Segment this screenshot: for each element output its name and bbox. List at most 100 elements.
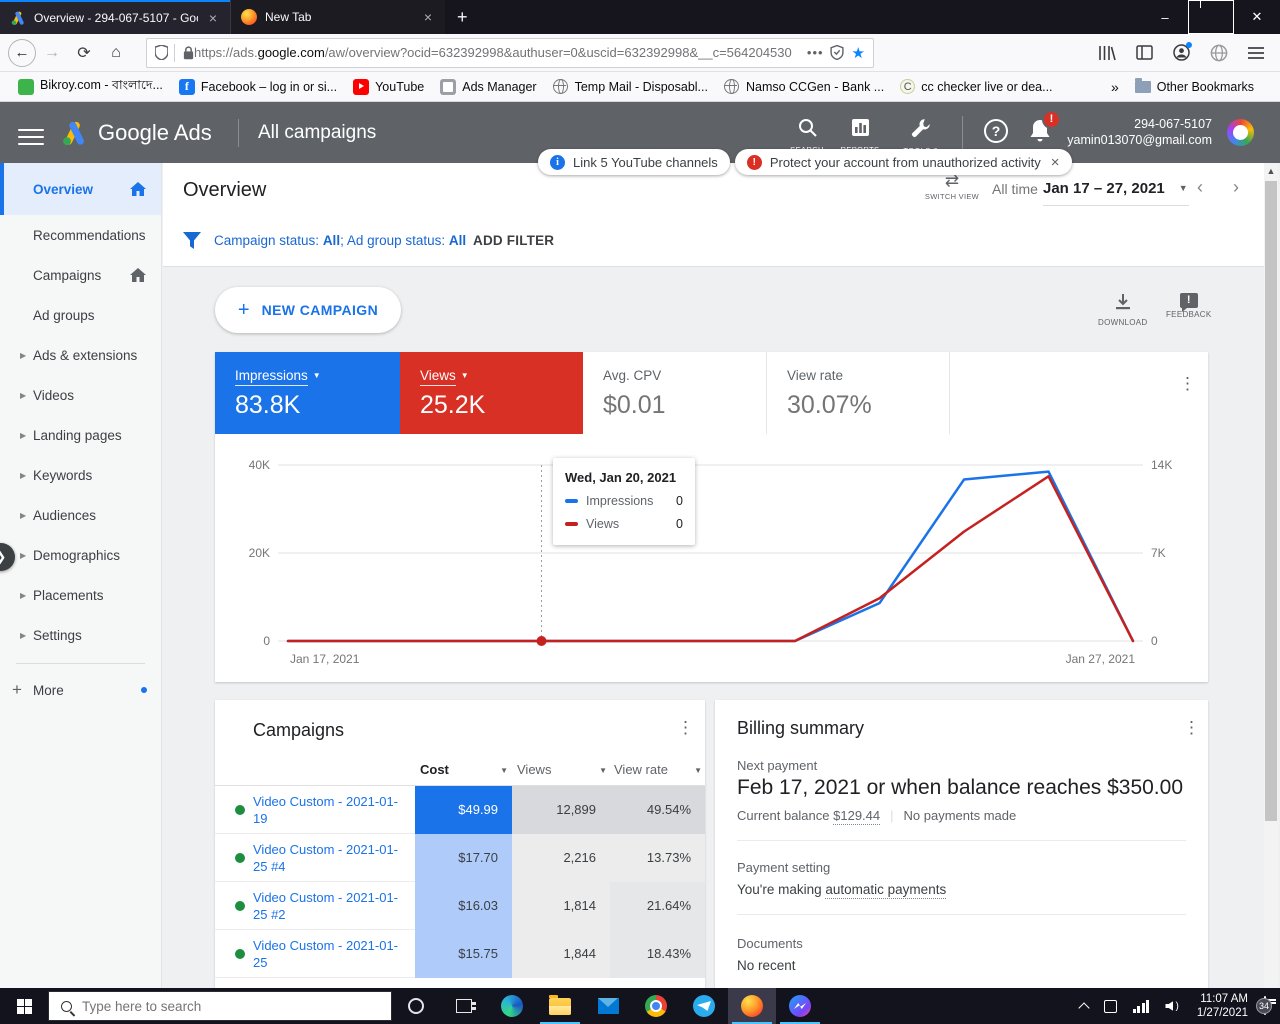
bookmark-item[interactable]: Temp Mail - Disposabl... <box>545 75 716 99</box>
billing-menu-kebab-icon[interactable]: ⋮ <box>1183 718 1200 738</box>
chip-close-icon[interactable]: × <box>1051 154 1060 171</box>
automatic-payments-link[interactable]: automatic payments <box>825 882 946 899</box>
switch-view-button[interactable]: ⇄ SWITCH VIEW <box>920 171 984 201</box>
bookmark-item[interactable]: Namso CCGen - Bank ... <box>716 75 892 99</box>
campaign-link[interactable]: Video Custom - 2021-01-25 <box>253 937 411 971</box>
app-menu-icon[interactable] <box>18 124 44 150</box>
volume-icon[interactable]: ) <box>1157 1001 1186 1012</box>
bookmark-star-icon[interactable]: ★ <box>852 44 865 62</box>
vertical-scrollbar[interactable]: ▲ <box>1264 163 1278 988</box>
task-view-button[interactable] <box>440 988 488 1024</box>
bookmark-item[interactable]: Ads Manager <box>432 75 544 99</box>
tablet-mode-icon[interactable] <box>1096 1000 1125 1013</box>
current-balance-link[interactable]: $129.44 <box>833 808 880 825</box>
sidebar-item-overview[interactable]: Overview <box>0 163 161 215</box>
scroll-up-arrow[interactable]: ▲ <box>1264 163 1278 179</box>
account-icon[interactable] <box>1173 44 1190 61</box>
window-close-button[interactable]: ✕ <box>1234 0 1280 34</box>
overview-chart-card: Impressions▼ 83.8K Views▼ 25.2K Avg. CPV… <box>215 352 1208 682</box>
window-minimize-button[interactable]: – <box>1142 0 1188 34</box>
next-range-button[interactable]: › <box>1233 177 1239 198</box>
campaign-link[interactable]: Video Custom - 2021-01-19 <box>253 793 411 827</box>
column-header-view-rate[interactable]: View rate▼ <box>614 762 702 777</box>
tray-expand-chevron-icon[interactable] <box>1072 1001 1096 1012</box>
bookmark-item[interactable]: Ccc checker live or dea... <box>892 75 1060 99</box>
new-tab-button[interactable]: + <box>445 3 480 32</box>
extension-globe-icon[interactable] <box>1210 44 1228 62</box>
reload-button[interactable]: ⟳ <box>68 43 100 63</box>
sidebar-item-settings[interactable]: ▶Settings <box>0 615 161 655</box>
url-text[interactable]: https://ads.google.com/aw/overview?ocid=… <box>194 45 801 60</box>
tracking-protection-shield-icon[interactable] <box>155 45 168 60</box>
bookmark-item[interactable]: Bikroy.com - বাংলাদে... <box>10 75 171 99</box>
chart-menu-kebab-icon[interactable]: ⋮ <box>1179 374 1196 394</box>
scorecard-view-rate[interactable]: View rate 30.07% <box>767 352 950 434</box>
add-filter-button[interactable]: ADD FILTER <box>473 233 554 248</box>
feedback-button[interactable]: ! FEEDBACK <box>1166 293 1212 319</box>
filter-summary[interactable]: Campaign status: All; Ad group status: A… <box>214 233 466 248</box>
scorecard-views[interactable]: Views▼ 25.2K <box>400 352 583 434</box>
taskbar-clock[interactable]: 11:07 AM 1/27/2021 <box>1187 992 1258 1020</box>
sidebar-item-placements[interactable]: ▶Placements <box>0 575 161 615</box>
back-button[interactable]: ← <box>8 39 36 67</box>
sidebar-item-audiences[interactable]: ▶Audiences <box>0 495 161 535</box>
tab-close-icon[interactable]: × <box>206 10 220 26</box>
sidebar-item-campaigns[interactable]: Campaigns <box>0 255 161 295</box>
taskbar-search-input[interactable] <box>82 999 362 1014</box>
avatar[interactable] <box>1227 119 1254 146</box>
home-button[interactable]: ⌂ <box>100 44 132 62</box>
telegram-taskbar-button[interactable] <box>680 988 728 1024</box>
sidebar-item-more[interactable]: + More <box>0 670 161 710</box>
tab-close-icon[interactable]: × <box>421 9 435 25</box>
help-button[interactable]: ? <box>984 119 1008 143</box>
column-header-views[interactable]: Views▼ <box>517 762 607 777</box>
other-bookmarks-folder[interactable]: Other Bookmarks <box>1127 75 1262 99</box>
tab-new-tab[interactable]: New Tab × <box>230 0 445 34</box>
library-icon[interactable] <box>1098 45 1116 61</box>
download-button[interactable]: DOWNLOAD <box>1098 293 1148 327</box>
mail-taskbar-button[interactable] <box>584 988 632 1024</box>
bookmarks-overflow-icon[interactable]: » <box>1111 79 1119 95</box>
action-center-button[interactable]: 34 <box>1258 997 1280 1015</box>
sidebar-item-recommendations[interactable]: Recommendations <box>0 215 161 255</box>
link-channels-chip[interactable]: i Link 5 YouTube channels <box>538 149 730 175</box>
permissions-shield-icon[interactable] <box>830 45 844 60</box>
scorecard-avg-cpv[interactable]: Avg. CPV $0.01 <box>583 352 767 434</box>
sidebar-item-ad-groups[interactable]: Ad groups <box>0 295 161 335</box>
chrome-taskbar-button[interactable] <box>632 988 680 1024</box>
prev-range-button[interactable]: ‹ <box>1197 177 1203 198</box>
cortana-button[interactable] <box>392 988 440 1024</box>
chevron-right-icon: ▶ <box>20 431 26 440</box>
network-signal-icon[interactable] <box>1125 1000 1158 1013</box>
sidebar-item-keywords[interactable]: ▶Keywords <box>0 455 161 495</box>
protect-account-chip[interactable]: ! Protect your account from unauthorized… <box>735 149 1072 175</box>
sidebar-item-videos[interactable]: ▶Videos <box>0 375 161 415</box>
scrollbar-thumb[interactable] <box>1265 181 1277 821</box>
campaigns-menu-kebab-icon[interactable]: ⋮ <box>677 718 694 738</box>
column-header-cost[interactable]: Cost▼ <box>420 762 508 777</box>
edge-taskbar-button[interactable] <box>488 988 536 1024</box>
sidebars-icon[interactable] <box>1136 45 1153 60</box>
page-actions-icon[interactable]: ••• <box>807 45 824 60</box>
sidebar-item-demographics[interactable]: ▶Demographics <box>0 535 161 575</box>
tab-google-ads[interactable]: Overview - 294-067-5107 - Goo × <box>0 0 230 34</box>
url-bar[interactable]: https://ads.google.com/aw/overview?ocid=… <box>146 38 874 68</box>
forward-button[interactable]: → <box>36 44 68 62</box>
date-range-picker[interactable]: Jan 17 – 27, 2021▼ <box>1043 180 1188 197</box>
window-restore-button[interactable] <box>1188 0 1234 34</box>
campaign-link[interactable]: Video Custom - 2021-01-25 #4 <box>253 841 411 875</box>
scorecard-impressions[interactable]: Impressions▼ 83.8K <box>215 352 400 434</box>
bookmark-item[interactable]: fFacebook – log in or si... <box>171 75 345 99</box>
menu-icon[interactable] <box>1248 46 1264 60</box>
timeseries-chart[interactable]: 40K20K014K7K0Jan 17, 2021Jan 27, 2021 We… <box>215 440 1208 682</box>
new-campaign-button[interactable]: + NEW CAMPAIGN <box>215 287 401 333</box>
firefox-taskbar-button[interactable] <box>728 988 776 1024</box>
taskbar-search[interactable] <box>48 991 392 1021</box>
sidebar-item-ads-extensions[interactable]: ▶Ads & extensions <box>0 335 161 375</box>
messenger-taskbar-button[interactable] <box>776 988 824 1024</box>
sidebar-item-landing-pages[interactable]: ▶Landing pages <box>0 415 161 455</box>
start-button[interactable] <box>0 988 48 1024</box>
campaign-link[interactable]: Video Custom - 2021-01-25 #2 <box>253 889 411 923</box>
bookmark-item[interactable]: YouTube <box>345 75 432 99</box>
file-explorer-taskbar-button[interactable] <box>536 988 584 1024</box>
